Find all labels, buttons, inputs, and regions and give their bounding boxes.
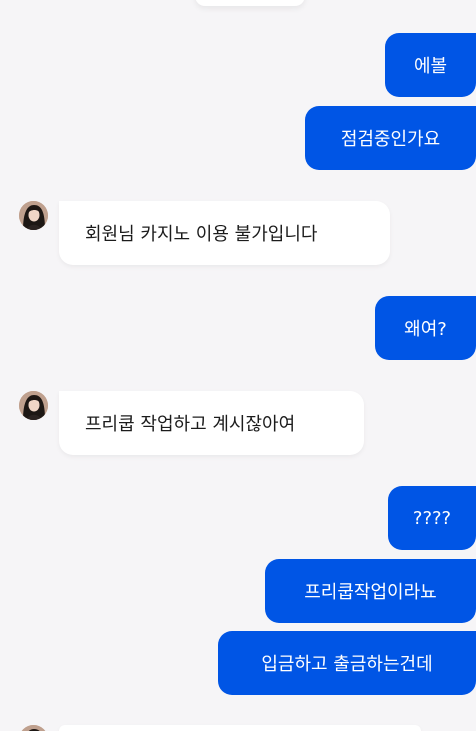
outgoing-message[interactable]: 점검중인가요 [305, 106, 476, 170]
incoming-message[interactable]: 프리쿱 작업하고 계시잖아여 [59, 391, 364, 455]
agent-avatar[interactable] [19, 201, 48, 230]
message-text: 프리쿱작업이라뇨 [304, 582, 437, 603]
agent-avatar[interactable] [19, 725, 48, 731]
agent-avatar-image [19, 391, 48, 420]
message-text: 왜여? [404, 319, 447, 340]
message-text: 프리쿱 작업하고 계시잖아여 [85, 414, 296, 435]
agent-avatar-image [19, 725, 48, 731]
outgoing-message[interactable]: 왜여? [375, 296, 476, 360]
incoming-message[interactable]: 회원님 카지노 이용 불가입니다 [59, 201, 390, 265]
agent-avatar-image [19, 201, 48, 230]
message-text: ???? [412, 507, 452, 529]
outgoing-message[interactable]: 프리쿱작업이라뇨 [265, 559, 476, 623]
message-text: 회원님 카지노 이용 불가입니다 [85, 224, 318, 245]
date-divider-pill [195, 0, 305, 6]
message-text: 점검중인가요 [340, 129, 441, 150]
message-text: 에볼 [413, 56, 448, 77]
chat-thread[interactable]: 에볼 점검중인가요 회원님 카지노 이용 불가입니다 왜여? 프리쿱 작업하고 … [0, 0, 476, 731]
message-text: 입금하고 출금하는건데 [261, 654, 433, 675]
outgoing-message[interactable]: ???? [388, 486, 476, 550]
incoming-message-partial[interactable] [59, 725, 421, 731]
agent-avatar[interactable] [19, 391, 48, 420]
outgoing-message[interactable]: 입금하고 출금하는건데 [218, 631, 476, 695]
outgoing-message[interactable]: 에볼 [385, 33, 476, 97]
